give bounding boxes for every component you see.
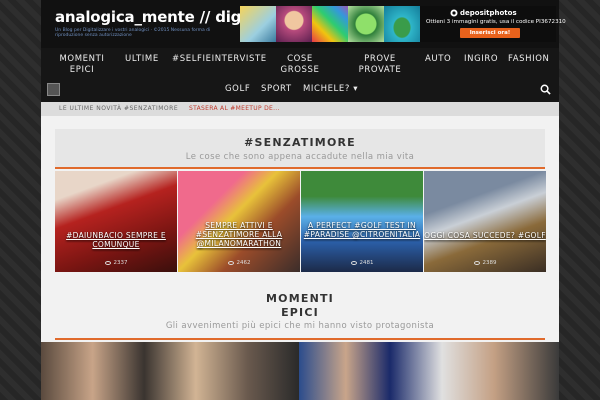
ad-image-1 (240, 6, 276, 42)
page-wrapper: analogica_mente // digitale Un Blog per … (41, 0, 566, 400)
section-senzatimore: #SENZATIMORE Le cose che sono appena acc… (41, 116, 559, 276)
ad-banner[interactable]: depositphotos Ottieni 3 immagini gratis,… (240, 6, 566, 42)
ticker-item[interactable]: STASERA AL #MEETUP DE... (189, 102, 280, 116)
ad-cta-button[interactable]: Inserisci ora! (460, 28, 520, 38)
post-card-views: 2462 (178, 260, 300, 266)
ad-image-5 (384, 6, 420, 42)
post-card-title[interactable]: #DAIUNBACIO SEMPRE E COMUNQUE (55, 231, 177, 249)
nav-item-momenti-epici[interactable]: MOMENTI EPICI (57, 54, 107, 76)
nav-item-selfieinterviste[interactable]: #SELFIEINTERVISTE (172, 54, 267, 65)
post-card[interactable]: #DAIUNBACIO SEMPRE E COMUNQUE 2337 (55, 171, 177, 272)
depositphotos-logo-icon (450, 9, 458, 17)
section-subtitle: Le cose che sono appena accadute nella m… (185, 152, 415, 162)
eye-icon (350, 260, 357, 265)
nav-item-cose-grosse[interactable]: COSE GROSSE (277, 54, 323, 76)
nav-item-auto[interactable]: AUTO (425, 54, 451, 65)
site-header: analogica_mente // digitale Un Blog per … (41, 0, 566, 48)
post-card[interactable]: A PERFECT #GOLF TEST IN #PARADISE @CITRO… (301, 171, 423, 272)
nav-item-golf[interactable]: GOLF (225, 84, 250, 95)
eye-icon (473, 260, 480, 265)
post-card[interactable]: SEMPRE ATTIVI E #SENZATIMORE ALLA @MILAN… (178, 171, 300, 272)
home-logo-icon[interactable] (47, 83, 60, 96)
main-nav: MOMENTI EPICI ULTIME #SELFIEINTERVISTE C… (41, 48, 559, 102)
site-tagline: Un Blog per Digitalizzare i vostri analo… (55, 28, 211, 38)
nav-item-fashion[interactable]: FASHION (508, 54, 549, 65)
post-card-views: 2481 (301, 260, 423, 266)
ad-brand: depositphotos (460, 9, 517, 17)
eye-icon (104, 260, 111, 265)
post-card[interactable]: OGGI COSA SUCCEDE? #GOLF 2389 (424, 171, 546, 272)
ad-image-4 (348, 6, 384, 42)
post-photo[interactable] (41, 342, 299, 400)
eye-icon (227, 260, 234, 265)
section-header: #SENZATIMORE Le cose che sono appena acc… (55, 129, 545, 169)
post-card-title[interactable]: OGGI COSA SUCCEDE? #GOLF (424, 231, 546, 240)
nav-item-ultime[interactable]: ULTIME (125, 54, 159, 65)
nav-item-ingiro[interactable]: INGIRO (464, 54, 498, 65)
news-ticker: LE ULTIME NOVITÀ #SENZATIMORE STASERA AL… (41, 102, 559, 116)
section-title-line-1: MOMENTI (266, 292, 334, 305)
section-title-line-2: EPICI (281, 306, 319, 319)
ad-image-2 (276, 6, 312, 42)
section-subtitle: Gli avvenimenti più epici che mi hanno v… (165, 321, 435, 331)
post-card-title[interactable]: A PERFECT #GOLF TEST IN #PARADISE @CITRO… (301, 221, 423, 239)
search-icon[interactable] (540, 84, 551, 95)
section-header: MOMENTI EPICI Gli avvenimenti più epici … (55, 286, 545, 340)
post-card-views: 2389 (424, 260, 546, 266)
section-title: #SENZATIMORE (244, 136, 356, 149)
post-card-views: 2337 (55, 260, 177, 266)
post-photo[interactable] (299, 342, 559, 400)
nav-item-prove-provate[interactable]: PROVE PROVATE (355, 54, 405, 76)
ad-image-3 (312, 6, 348, 42)
post-card-title[interactable]: SEMPRE ATTIVI E #SENZATIMORE ALLA @MILAN… (178, 221, 300, 248)
ticker-label: LE ULTIME NOVITÀ #SENZATIMORE (59, 105, 179, 112)
nav-item-sport[interactable]: SPORT (261, 84, 292, 95)
nav-item-michele[interactable]: MICHELE? ▾ (303, 84, 358, 95)
section-momenti-epici: MOMENTI EPICI Gli avvenimenti più epici … (41, 276, 559, 400)
ad-offer-text: Ottieni 3 immagini gratis, usa il codice… (426, 19, 566, 25)
ad-offer-panel[interactable]: depositphotos Ottieni 3 immagini gratis,… (420, 6, 566, 42)
